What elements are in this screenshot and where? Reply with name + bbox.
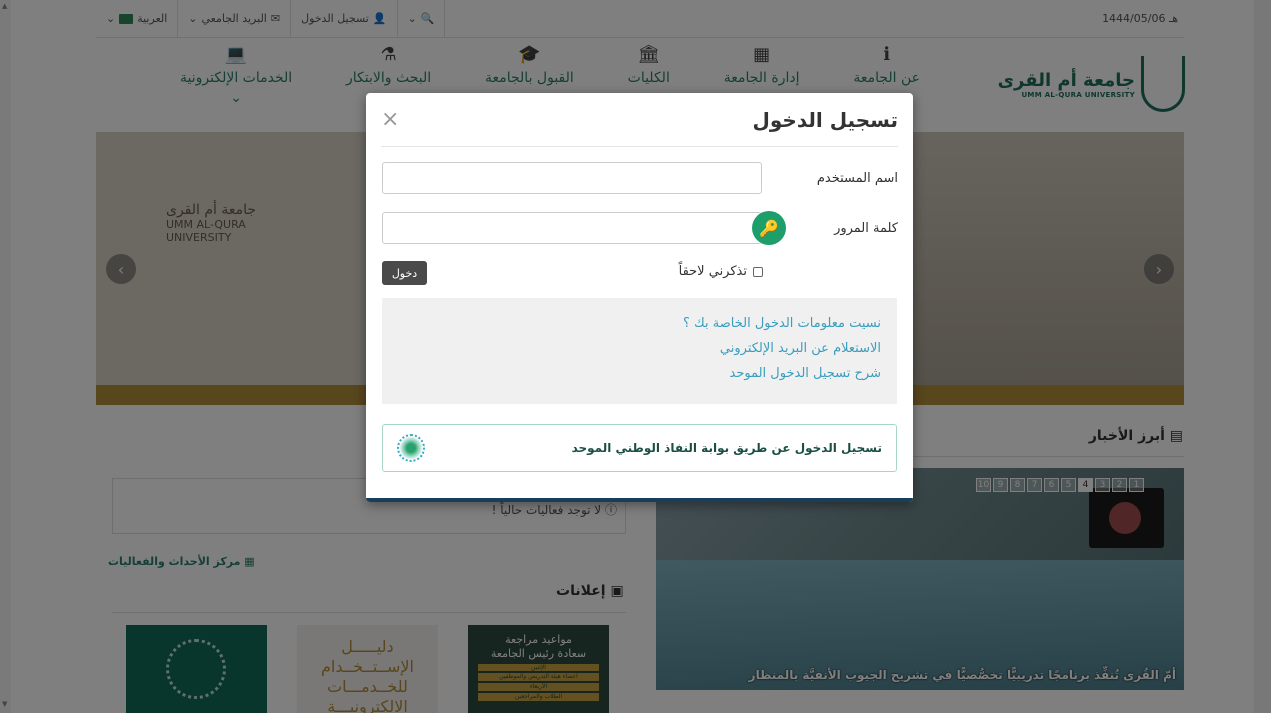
password-input[interactable] — [382, 212, 762, 244]
username-row: اسم المستخدم — [382, 161, 898, 195]
remember-checkbox[interactable] — [753, 266, 763, 277]
login-modal: تسجيل الدخول × اسم المستخدم كلمة المرور … — [366, 93, 913, 502]
modal-title: تسجيل الدخول — [752, 107, 898, 132]
modal-bottom-bar — [366, 498, 913, 502]
nafath-logo-icon — [397, 434, 425, 462]
modal-header: تسجيل الدخول × — [381, 93, 898, 147]
nafath-login-button[interactable]: تسجيل الدخول عن طريق بوابة النفاذ الوطني… — [382, 424, 897, 472]
login-button[interactable]: دخول — [382, 261, 427, 285]
key-icon[interactable]: 🔑 — [752, 211, 786, 245]
email-inquiry-link[interactable]: الاستعلام عن البريد الإلكتروني — [398, 339, 881, 358]
help-links-box: نسيت معلومات الدخول الخاصة بك ؟ الاستعلا… — [382, 298, 897, 404]
username-input[interactable] — [382, 162, 762, 194]
password-label: كلمة المرور — [834, 220, 898, 236]
password-row: كلمة المرور 🔑 — [382, 211, 898, 245]
close-icon[interactable]: × — [381, 107, 399, 132]
remember-me[interactable]: تذكرني لاحقاً — [679, 264, 763, 279]
sso-guide-link[interactable]: شرح تسجيل الدخول الموحد — [398, 364, 882, 383]
nafath-label: تسجيل الدخول عن طريق بوابة النفاذ الوطني… — [571, 441, 882, 455]
forgot-credentials-link[interactable]: نسيت معلومات الدخول الخاصة بك ؟ — [398, 314, 881, 333]
username-label: اسم المستخدم — [816, 170, 898, 186]
